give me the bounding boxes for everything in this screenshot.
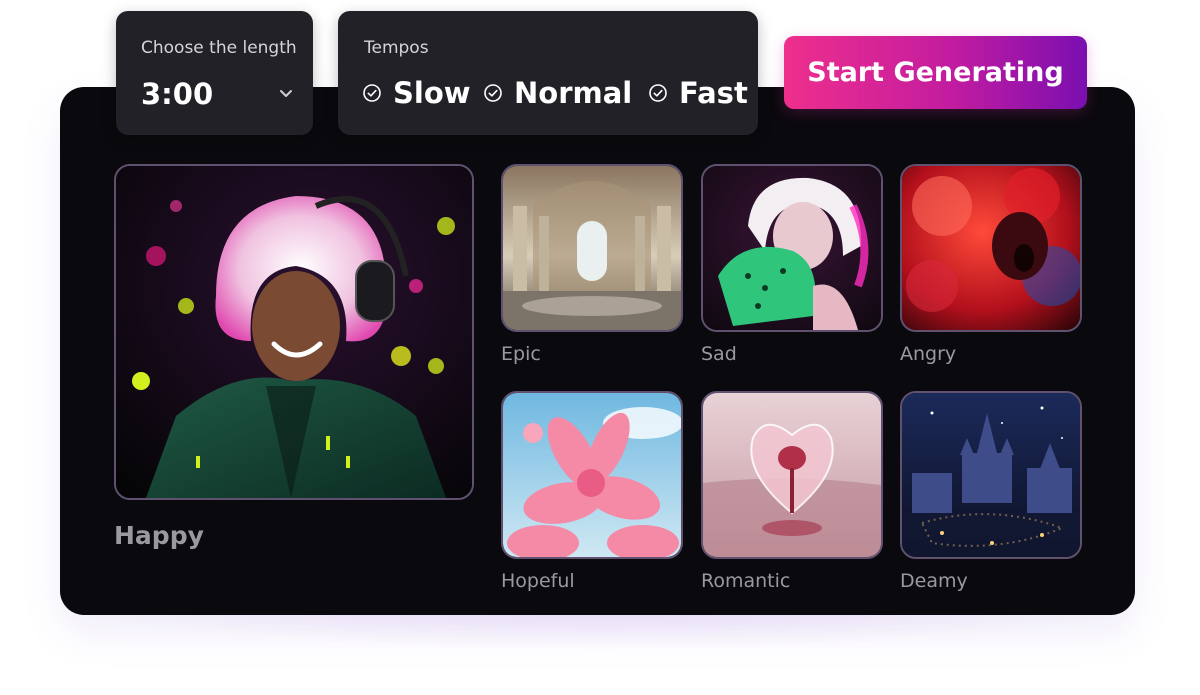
tempo-option-label: Normal bbox=[514, 76, 633, 110]
happy-image bbox=[116, 166, 472, 498]
start-generating-button[interactable]: Start Generating bbox=[784, 36, 1087, 109]
hopeful-image bbox=[503, 393, 681, 557]
mood-card-hopeful[interactable] bbox=[501, 391, 683, 559]
mood-label-deamy: Deamy bbox=[900, 570, 968, 592]
mood-label-hopeful: Hopeful bbox=[501, 570, 575, 592]
mood-label-sad: Sad bbox=[701, 343, 737, 365]
mood-label-romantic: Romantic bbox=[701, 570, 791, 592]
mood-card-sad[interactable] bbox=[701, 164, 883, 332]
epic-image bbox=[503, 166, 681, 330]
check-circle-icon bbox=[649, 84, 667, 102]
tempo-option-label: Fast bbox=[679, 76, 748, 110]
length-value[interactable]: 3:00 bbox=[141, 77, 213, 111]
sad-image bbox=[703, 166, 881, 330]
mood-label-happy: Happy bbox=[114, 521, 204, 550]
mood-card-deamy[interactable] bbox=[900, 391, 1082, 559]
tempo-option-label: Slow bbox=[393, 76, 471, 110]
check-circle-icon bbox=[363, 84, 381, 102]
mood-label-angry: Angry bbox=[900, 343, 957, 365]
angry-image bbox=[902, 166, 1080, 330]
romantic-image bbox=[703, 393, 881, 557]
tempo-option-slow[interactable]: Slow bbox=[362, 75, 471, 111]
mood-label-epic: Epic bbox=[501, 343, 541, 365]
mood-card-happy[interactable] bbox=[114, 164, 474, 500]
mood-card-angry[interactable] bbox=[900, 164, 1082, 332]
deamy-image bbox=[902, 393, 1080, 557]
mood-card-epic[interactable] bbox=[501, 164, 683, 332]
tempo-option-normal[interactable]: Normal bbox=[483, 75, 632, 111]
mood-card-romantic[interactable] bbox=[701, 391, 883, 559]
chevron-down-icon[interactable] bbox=[278, 85, 294, 101]
tempo-option-fast[interactable]: Fast bbox=[648, 75, 748, 111]
tempos-label: Tempos bbox=[364, 38, 429, 58]
check-circle-icon bbox=[484, 84, 502, 102]
length-selector[interactable]: Choose the length 3:00 bbox=[116, 11, 313, 135]
length-label: Choose the length bbox=[141, 38, 297, 58]
tempo-selector: Tempos Slow Normal Fast bbox=[338, 11, 758, 135]
